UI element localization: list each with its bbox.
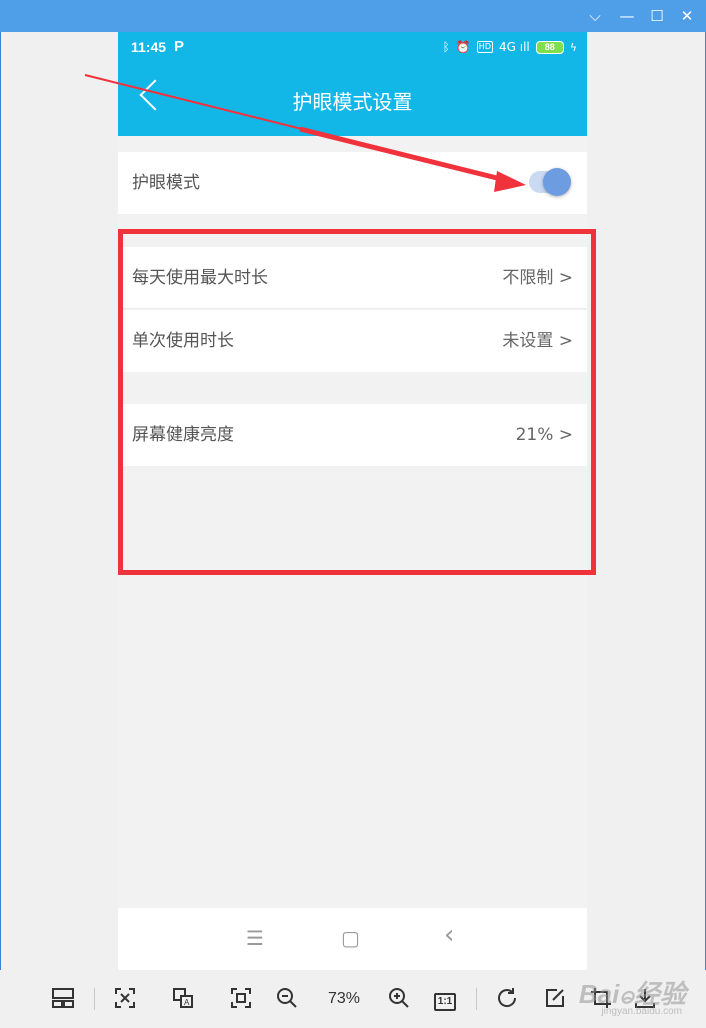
svg-text:A: A [184, 998, 190, 1007]
rotate-icon[interactable] [494, 986, 520, 1012]
arrow-line-thick [299, 126, 506, 183]
toolbar-separator [476, 988, 477, 1010]
zoom-in-icon[interactable] [386, 986, 412, 1012]
annotation-arrow [84, 74, 526, 192]
fullscreen-icon[interactable] [228, 986, 254, 1012]
toolbar-separator [94, 988, 95, 1010]
zoom-out-icon[interactable] [274, 986, 300, 1012]
zoom-level: 73% [327, 990, 361, 1007]
actual-size-label: 1:1 [433, 993, 457, 1011]
layout-icon[interactable] [50, 986, 76, 1012]
watermark-url: jingyan.baidu.com [601, 1006, 682, 1017]
edit-icon[interactable] [542, 986, 568, 1012]
translate-icon[interactable]: A [170, 986, 196, 1012]
arrow-head [494, 171, 526, 192]
actual-size-button[interactable]: 1:1 [430, 986, 460, 1012]
fit-screen-icon[interactable] [112, 986, 138, 1012]
